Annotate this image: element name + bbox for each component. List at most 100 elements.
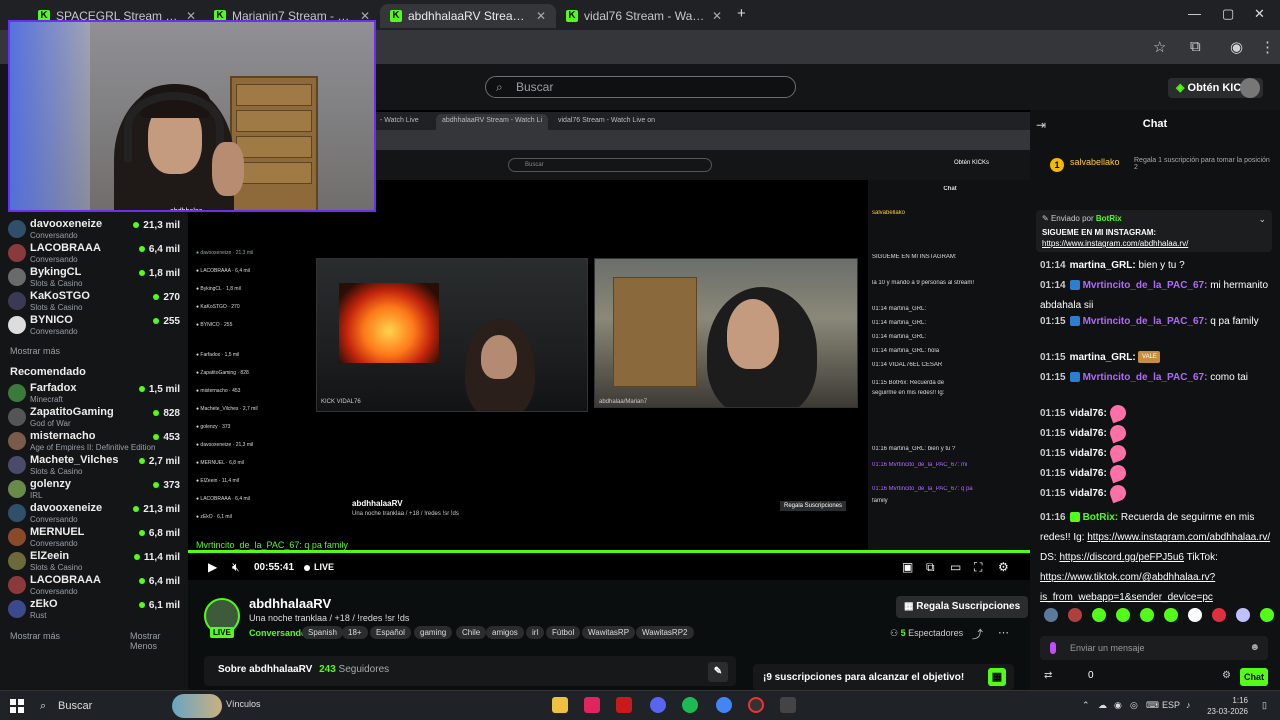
tag[interactable]: Fútbol [546, 626, 581, 639]
profile-icon[interactable]: ◉ [1230, 38, 1243, 56]
sidebar-item[interactable]: LACOBRAAA Conversando 6,4 mil [8, 574, 184, 598]
sidebar-item[interactable]: davooxeneize Conversando 21,3 mil [8, 218, 184, 242]
sidebar-item[interactable]: misternacho Age of Empires II: Definitiv… [8, 430, 184, 454]
tray-icon[interactable]: ◎ [1130, 700, 1138, 711]
emote-icon[interactable] [1140, 608, 1154, 622]
chat-message-input[interactable]: Enviar un mensaje ☻ [1040, 636, 1268, 660]
tag[interactable]: gaming [414, 626, 453, 639]
tab-close-icon[interactable]: ✕ [712, 9, 722, 23]
more-options-icon[interactable]: ⋯ [998, 626, 1009, 639]
tag[interactable]: WawitasRP2 [636, 626, 694, 639]
sidebar-item[interactable]: ElZeein Slots & Casino 11,4 mil [8, 550, 184, 574]
new-tab-button[interactable]: + [737, 5, 746, 22]
emote-icon[interactable] [1260, 608, 1274, 622]
show-more-link[interactable]: Mostrar más [10, 346, 60, 356]
windows-start-icon[interactable] [10, 699, 24, 713]
emote-icon[interactable] [1236, 608, 1250, 622]
chat-settings-icon[interactable]: ⚙ [1222, 670, 1231, 681]
chat-username[interactable]: Mvrtincito_de_la_PAC_67: [1083, 372, 1208, 383]
file-explorer-icon[interactable] [552, 697, 568, 713]
theater-icon[interactable]: ▭ [950, 560, 961, 574]
user-avatar[interactable] [1240, 78, 1260, 98]
chat-username[interactable]: vidal76: [1070, 448, 1107, 459]
miniplayer-icon[interactable]: ⧉ [926, 560, 935, 575]
taskbar-links-label[interactable]: Vínculos [226, 699, 261, 709]
extensions-icon[interactable]: ⧉ [1190, 38, 1201, 55]
settings-icon[interactable]: ⚙ [998, 560, 1009, 574]
sidebar-item[interactable]: LACOBRAAA Conversando 6,4 mil [8, 242, 184, 266]
sidebar-item[interactable]: zEkO Rust 6,1 mil [8, 598, 184, 622]
sidebar-item[interactable]: Machete_Vilches Slots & Casino 2,7 mil [8, 454, 184, 478]
progress-bar[interactable] [188, 550, 1030, 553]
sidebar-item[interactable]: davooxeneize Conversando 21,3 mil [8, 502, 184, 526]
share-icon[interactable]: ⤴ [972, 626, 983, 642]
emote-icon[interactable] [1188, 608, 1202, 622]
show-more-link[interactable]: Mostrar más [10, 631, 60, 641]
search-input[interactable]: ⌕ Buscar [485, 76, 796, 98]
fullscreen-icon[interactable]: ⛶ [974, 560, 982, 575]
tray-icon[interactable]: ◉ [1114, 700, 1122, 711]
goal-icon[interactable]: ▦ [988, 668, 1006, 686]
chat-username[interactable]: martina_GRL: [1070, 352, 1136, 363]
sidebar-item[interactable]: BykingCL Slots & Casino 1,8 mil [8, 266, 184, 290]
sidebar-item[interactable]: KaKoSTGO Slots & Casino 270 [8, 290, 184, 314]
tag[interactable]: Spanish [302, 626, 343, 639]
send-chat-button[interactable]: Chat [1240, 668, 1268, 686]
tray-chevron-icon[interactable]: ⌃ [1082, 700, 1090, 711]
app-icon[interactable] [780, 697, 796, 713]
tab-close-icon[interactable]: ✕ [536, 9, 546, 23]
menu-kebab-icon[interactable]: ⋮ [1260, 38, 1275, 56]
chat-username[interactable]: BotRix: [1083, 512, 1119, 523]
stream-category[interactable]: Conversando [249, 628, 307, 638]
show-less-link[interactable]: Mostrar Menos [130, 631, 188, 651]
sidebar-item[interactable]: ZapatitoGaming God of War 828 [8, 406, 184, 430]
taskbar-widget-thumbnail[interactable] [172, 694, 222, 718]
gift-subs-button[interactable]: ▦ Regala Suscripciones [896, 596, 1029, 618]
tray-icon[interactable]: ⌨ [1146, 700, 1159, 711]
tab-vidal76[interactable]: K vidal76 Stream - Watch Live on ✕ [556, 4, 732, 28]
chat-username[interactable]: vidal76: [1070, 468, 1107, 479]
streamer-name[interactable]: abdhhalaaRV [249, 596, 331, 611]
emoji-picker-icon[interactable]: ☻ [1249, 636, 1260, 660]
discord-icon[interactable] [650, 697, 666, 713]
tab-abdhhalaarv[interactable]: K abdhhalaaRV Stream - Watch Li ✕ [380, 4, 556, 28]
tag[interactable]: Chile [456, 626, 487, 639]
bot-link-discord[interactable]: https://discord.gg/peFPJ5u6 [1059, 552, 1184, 563]
chat-username[interactable]: vidal76: [1070, 488, 1107, 499]
chat-username[interactable]: vidal76: [1070, 428, 1107, 439]
sidebar-item[interactable]: BYNICO Conversando 255 [8, 314, 184, 338]
obs-icon[interactable] [748, 697, 764, 713]
chat-username[interactable]: Mvrtincito_de_la_PAC_67: [1083, 316, 1208, 327]
chat-username[interactable]: vidal76: [1070, 408, 1107, 419]
maximize-icon[interactable]: ▢ [1222, 6, 1234, 22]
pinned-link[interactable]: https://www.instagram.com/abdhhalaa.rv/ [1042, 239, 1188, 248]
emote-icon[interactable] [1164, 608, 1178, 622]
chevron-down-icon[interactable]: ⌄ [1258, 214, 1266, 225]
close-window-icon[interactable]: ✕ [1254, 6, 1265, 22]
kicks-balance-icon[interactable]: ⇄ [1044, 670, 1052, 681]
edit-icon[interactable]: ✎ [708, 662, 728, 682]
play-icon[interactable]: ▶ [208, 560, 217, 574]
app-icon[interactable] [616, 697, 632, 713]
sub-user[interactable]: salvabellako [1070, 157, 1120, 167]
chat-username[interactable]: Mvrtincito_de_la_PAC_67: [1083, 280, 1208, 291]
bookmark-star-icon[interactable]: ☆ [1153, 38, 1166, 56]
emote-icon[interactable] [1212, 608, 1226, 622]
notifications-icon[interactable]: ▯ [1262, 700, 1267, 711]
spotify-icon[interactable] [682, 697, 698, 713]
language-indicator[interactable]: ESP [1162, 700, 1180, 710]
emote-icon[interactable] [1044, 608, 1058, 622]
bot-link-tiktok[interactable]: https://www.tiktok.com/@abdhhalaa.rv?is_… [1040, 572, 1215, 603]
tag[interactable]: amigos [486, 626, 524, 639]
chrome-icon[interactable] [716, 697, 732, 713]
pinned-message[interactable]: ✎ Enviado por BotRix SIGUEME EN MI INSTA… [1036, 210, 1272, 252]
tag[interactable]: Español [370, 626, 411, 639]
sidebar-item[interactable]: MERNUEL Conversando 6,8 mil [8, 526, 184, 550]
bot-link-instagram[interactable]: https://www.instagram.com/abdhhalaa.rv/ [1087, 532, 1270, 543]
tiktok-icon[interactable] [584, 697, 600, 713]
sidebar-item[interactable]: golenzy IRL 373 [8, 478, 184, 502]
tag[interactable]: WawitasRP [582, 626, 636, 639]
tag[interactable]: irl [526, 626, 545, 639]
taskbar-search[interactable]: ⌕ Buscar [34, 695, 174, 717]
chat-username[interactable]: martina_GRL: [1070, 260, 1136, 271]
